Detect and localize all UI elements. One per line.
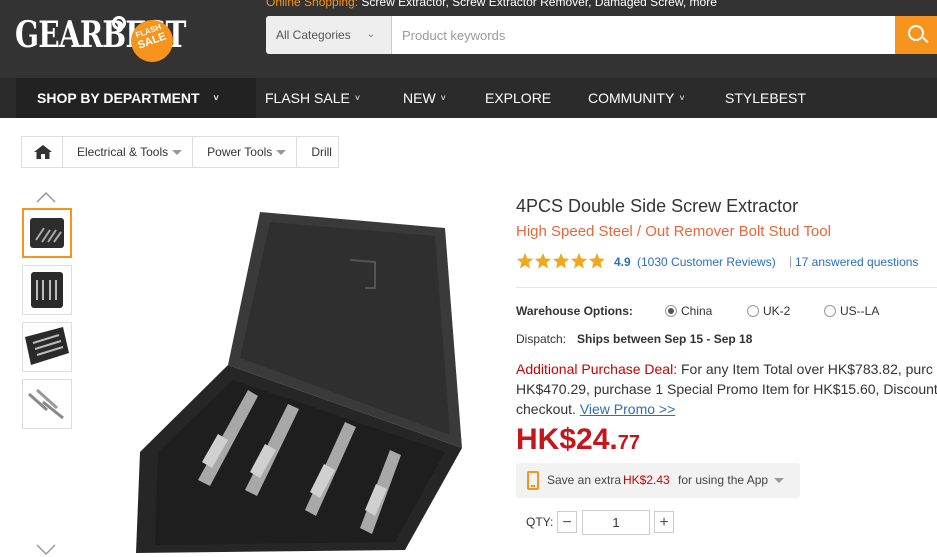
caret-down-icon xyxy=(276,150,287,156)
thumbnail-1[interactable] xyxy=(22,208,72,258)
chevron-down-icon: ˅ xyxy=(213,93,219,103)
thumbnail-image xyxy=(25,327,69,365)
breadcrumb-power-tools[interactable]: Power Tools xyxy=(192,137,296,167)
chevron-down-icon: ˅ xyxy=(679,93,685,103)
app-discount-tail: for using the App xyxy=(678,473,769,487)
rating-value: 4.9 xyxy=(614,255,631,269)
product-subtitle: High Speed Steel / Out Remover Bolt Stud… xyxy=(516,223,831,240)
site-header: GEARBEST FLASH SALE Online Shopping: Scr… xyxy=(0,0,937,78)
rating-row: 4.9 (1030 Customer Reviews) | 17 answere… xyxy=(516,252,918,272)
app-discount-text: Save an extra xyxy=(547,473,622,487)
nav-label: STYLEBEST xyxy=(725,90,806,106)
thumbnail-image xyxy=(28,388,64,420)
view-promo-link[interactable]: View Promo >> xyxy=(580,401,675,417)
warehouse-radio-usla[interactable] xyxy=(824,305,836,317)
chevron-down-icon: ˅ xyxy=(354,93,361,103)
star-icon xyxy=(516,253,534,269)
product-title: 4PCS Double Side Screw Extractor xyxy=(516,196,799,216)
deal-text-3: checkout. xyxy=(516,401,580,417)
search-input[interactable] xyxy=(392,16,895,54)
breadcrumb-electrical-tools[interactable]: Electrical & Tools xyxy=(62,137,192,167)
price-main: HK$24. xyxy=(516,423,618,456)
quantity-decrease-button[interactable]: − xyxy=(557,511,577,533)
thumbnail-image xyxy=(30,218,64,248)
quantity-input[interactable] xyxy=(582,510,650,535)
warehouse-label-china[interactable]: China xyxy=(681,304,712,318)
star-icon xyxy=(534,253,552,269)
divider xyxy=(516,287,937,288)
product-price: HK$24.77 xyxy=(516,423,640,457)
nav-label: NEW xyxy=(403,90,436,106)
app-discount-box[interactable]: Save an extra HK$2.43 for using the App xyxy=(516,463,800,498)
product-main-image[interactable] xyxy=(100,190,500,553)
dispatch-label: Dispatch: xyxy=(516,332,567,346)
search-icon-handle xyxy=(922,36,929,44)
breadcrumb-label: Power Tools xyxy=(207,145,273,159)
warehouse-radio-uk2[interactable] xyxy=(747,305,759,317)
thumbnail-4[interactable] xyxy=(22,379,72,429)
deal-label: Additional Purchase Deal: xyxy=(516,361,678,377)
caret-down-icon xyxy=(774,478,784,483)
search-category-select[interactable]: All Categories ⌄ xyxy=(266,16,392,54)
warehouse-label-uk2[interactable]: UK-2 xyxy=(763,304,790,318)
star-icon xyxy=(588,253,606,269)
warehouse-radio-china[interactable] xyxy=(665,305,677,317)
thumbnail-scroll-down-icon[interactable] xyxy=(36,543,56,557)
search-icon xyxy=(908,25,924,41)
search-category-label: All Categories xyxy=(276,28,351,42)
breadcrumb-label: Electrical & Tools xyxy=(77,145,169,159)
breadcrumb-label: Drill xyxy=(311,145,332,159)
deal-text-2: HK$470.29, purchase 1 Special Promo Item… xyxy=(516,381,937,397)
rating-stars xyxy=(516,253,606,269)
nav-label: FLASH SALE xyxy=(265,90,350,106)
nav-flash-sale[interactable]: FLASH SALE ˅ xyxy=(265,78,360,118)
quantity-label: QTY: xyxy=(526,515,554,529)
app-discount-amount: HK$2.43 xyxy=(623,473,670,487)
breadcrumb-drill[interactable]: Drill xyxy=(296,137,338,167)
nav-new[interactable]: NEW ˅ xyxy=(403,78,446,118)
department-label: SHOP BY DEPARTMENT xyxy=(37,90,200,106)
gear-icon xyxy=(112,16,126,30)
phone-icon xyxy=(527,471,539,490)
nav-explore[interactable]: EXPLORE xyxy=(485,78,551,118)
warehouse-label: Warehouse Options: xyxy=(516,304,633,318)
chevron-down-icon: ⌄ xyxy=(366,29,375,40)
nav-community[interactable]: COMMUNITY ˅ xyxy=(588,78,685,118)
dispatch-value: Ships between Sep 15 - Sep 18 xyxy=(577,332,753,346)
search-button[interactable] xyxy=(895,16,937,54)
customer-reviews-link[interactable]: (1030 Customer Reviews) xyxy=(637,255,776,269)
warehouse-label-usla[interactable]: US--LA xyxy=(840,304,879,318)
suggestion-links[interactable]: Screw Extractor, Screw Extractor Remover… xyxy=(361,0,716,9)
thumbnail-image xyxy=(31,272,63,308)
main-nav: SHOP BY DEPARTMENT ˅ FLASH SALE ˅ NEW ˅ EX… xyxy=(0,78,937,118)
chevron-down-icon: ˅ xyxy=(440,93,446,103)
nav-label: EXPLORE xyxy=(485,90,552,106)
home-icon xyxy=(34,145,52,159)
star-icon xyxy=(570,253,588,269)
additional-purchase-deal: Additional Purchase Deal: For any Item T… xyxy=(516,359,937,419)
breadcrumb-home[interactable] xyxy=(22,137,62,167)
thumbnail-3[interactable] xyxy=(22,322,72,372)
search-suggestions: Online Shopping: Screw Extractor, Screw … xyxy=(266,0,717,9)
deal-text-1: For any Item Total over HK$783.82, purc xyxy=(677,361,933,377)
caret-down-icon xyxy=(172,150,183,156)
nav-label: COMMUNITY xyxy=(588,90,675,106)
answered-questions-link[interactable]: 17 answered questions xyxy=(795,255,918,269)
thumbnail-2[interactable] xyxy=(22,265,72,315)
rating-separator: | xyxy=(789,254,793,268)
star-icon xyxy=(552,253,570,269)
shop-by-department-menu[interactable]: SHOP BY DEPARTMENT ˅ xyxy=(16,78,256,118)
thumbnail-scroll-up-icon[interactable] xyxy=(36,190,56,204)
nav-stylebest[interactable]: STYLEBEST xyxy=(725,78,806,118)
quantity-increase-button[interactable]: + xyxy=(654,511,674,533)
suggestions-prefix: Online Shopping: xyxy=(266,0,359,9)
price-cents: 77 xyxy=(617,432,640,454)
breadcrumb: Electrical & Tools Power Tools Drill xyxy=(21,136,339,168)
